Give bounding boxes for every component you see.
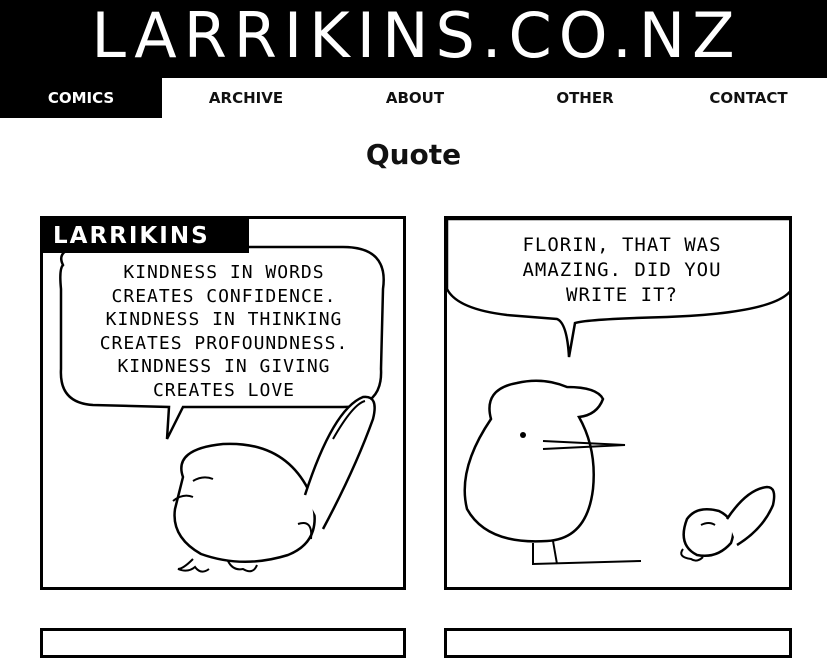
comic-panel-1: LARRIKINS KINDNESS IN WORDS CREATES CONF…: [40, 216, 406, 590]
comic-brand-label: LARRIKINS: [43, 219, 249, 253]
comic-panel-3: [40, 628, 406, 658]
nav-contact[interactable]: CONTACT: [670, 78, 827, 118]
nav-archive[interactable]: ARCHIVE: [162, 78, 330, 118]
nav-other[interactable]: OTHER: [500, 78, 670, 118]
speech-line: CREATES PROFOUNDNESS.: [99, 332, 349, 354]
main-nav: COMICS ARCHIVE ABOUT OTHER CONTACT: [0, 78, 827, 118]
speech-line: AMAZING. DID YOU: [522, 259, 722, 281]
speech-line: KINDNESS IN GIVING: [117, 356, 331, 377]
speech-line: WRITE IT?: [566, 284, 678, 306]
speech-line: KINDNESS IN THINKING: [105, 309, 343, 330]
panel-1-speech: KINDNESS IN WORDS CREATES CONFIDENCE. KI…: [63, 261, 385, 402]
speech-line: KINDNESS IN WORDS: [123, 262, 325, 283]
comic-panel-2: FLORIN, THAT WAS AMAZING. DID YOU WRITE …: [444, 216, 792, 590]
speech-line: CREATES CONFIDENCE.: [111, 285, 337, 307]
comic-panel-4: [444, 628, 792, 658]
nav-comics[interactable]: COMICS: [0, 78, 162, 118]
page-title: Quote: [365, 138, 462, 171]
site-logo[interactable]: LARRIKINS.CO.NZ: [0, 0, 827, 78]
site-header: LARRIKINS.CO.NZ: [0, 0, 827, 78]
speech-line: FLORIN, THAT WAS: [522, 234, 722, 256]
nav-about[interactable]: ABOUT: [330, 78, 500, 118]
speech-line: CREATES LOVE: [152, 379, 296, 401]
panel-2-speech: FLORIN, THAT WAS AMAZING. DID YOU WRITE …: [457, 233, 787, 308]
